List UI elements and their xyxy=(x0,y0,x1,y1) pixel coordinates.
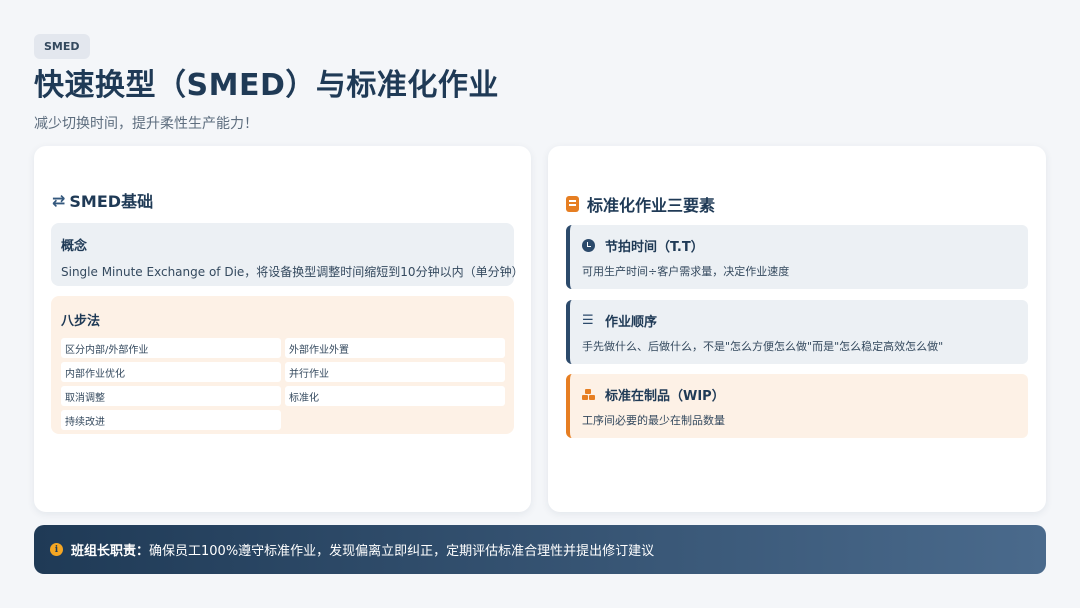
standard-work-card: 标准化作业三要素 节拍时间（T.T） 可用生产时间÷客户需求量，决定作业速度 ☰… xyxy=(548,146,1046,512)
boxes-icon xyxy=(582,388,595,401)
step-item: 取消调整 xyxy=(61,386,281,406)
work-sequence-heading: 作业顺序 xyxy=(605,315,658,330)
takt-time-heading: 节拍时间（T.T） xyxy=(605,240,704,255)
work-sequence-text: 手先做什么、后做什么，不是"怎么方便怎么做"而是"怎么稳定高效怎么做" xyxy=(582,340,944,353)
takt-time-item: 节拍时间（T.T） 可用生产时间÷客户需求量，决定作业速度 xyxy=(566,225,1028,289)
page-title: 快速换型（SMED）与标准化作业 xyxy=(34,68,499,103)
standard-wip-text: 工序间必要的最少在制品数量 xyxy=(582,414,725,427)
step-item: 区分内部/外部作业 xyxy=(61,338,281,358)
concept-heading: 概念 xyxy=(61,239,88,254)
standard-wip-item: 标准在制品（WIP） 工序间必要的最少在制品数量 xyxy=(566,374,1028,438)
leader-duty-label: 班组长职责： xyxy=(71,544,150,559)
list-ordered-icon: ☰ xyxy=(582,313,594,328)
concept-text: Single Minute Exchange of Die，将设备换型调整时间缩… xyxy=(61,265,524,279)
step-item: 内部作业优化 xyxy=(61,362,281,382)
clipboard-icon xyxy=(566,196,579,212)
work-sequence-item: ☰ 作业顺序 手先做什么、后做什么，不是"怎么方便怎么做"而是"怎么稳定高效怎么… xyxy=(566,300,1028,364)
eight-steps-heading: 八步法 xyxy=(61,314,101,329)
standard-work-title: 标准化作业三要素 xyxy=(566,192,715,216)
step-item: 持续改进 xyxy=(61,410,281,430)
standard-work-title-text: 标准化作业三要素 xyxy=(587,196,716,215)
info-icon: i xyxy=(50,543,63,556)
standard-wip-heading: 标准在制品（WIP） xyxy=(605,389,725,404)
header-tag: SMED xyxy=(34,34,90,59)
step-item: 标准化 xyxy=(285,386,505,406)
concept-box: 概念 Single Minute Exchange of Die，将设备换型调整… xyxy=(51,223,524,286)
smed-basics-card: ⇄ SMED基础 概念 Single Minute Exchange of Di… xyxy=(34,146,531,512)
takt-time-text: 可用生产时间÷客户需求量，决定作业速度 xyxy=(582,265,790,278)
step-item: 外部作业外置 xyxy=(285,338,505,358)
swap-arrows-icon: ⇄ xyxy=(52,190,66,210)
smed-basics-title: ⇄ SMED基础 xyxy=(52,188,153,212)
eight-steps-box: 八步法 区分内部/外部作业 外部作业外置 内部作业优化 并行作业 取消调整 标准… xyxy=(51,296,514,434)
smed-basics-title-text: SMED基础 xyxy=(69,192,154,211)
clock-icon xyxy=(582,239,595,252)
steps-grid: 区分内部/外部作业 外部作业外置 内部作业优化 并行作业 取消调整 标准化 持续… xyxy=(61,338,505,430)
page-subtitle: 减少切换时间，提升柔性生产能力！ xyxy=(34,116,258,132)
leader-duty-text: 确保员工100%遵守标准作业，发现偏离立即纠正，定期评估标准合理性并提出修订建议 xyxy=(149,544,655,559)
step-item: 并行作业 xyxy=(285,362,505,382)
leader-duty-banner: i 班组长职责：确保员工100%遵守标准作业，发现偏离立即纠正，定期评估标准合理… xyxy=(34,525,1046,574)
